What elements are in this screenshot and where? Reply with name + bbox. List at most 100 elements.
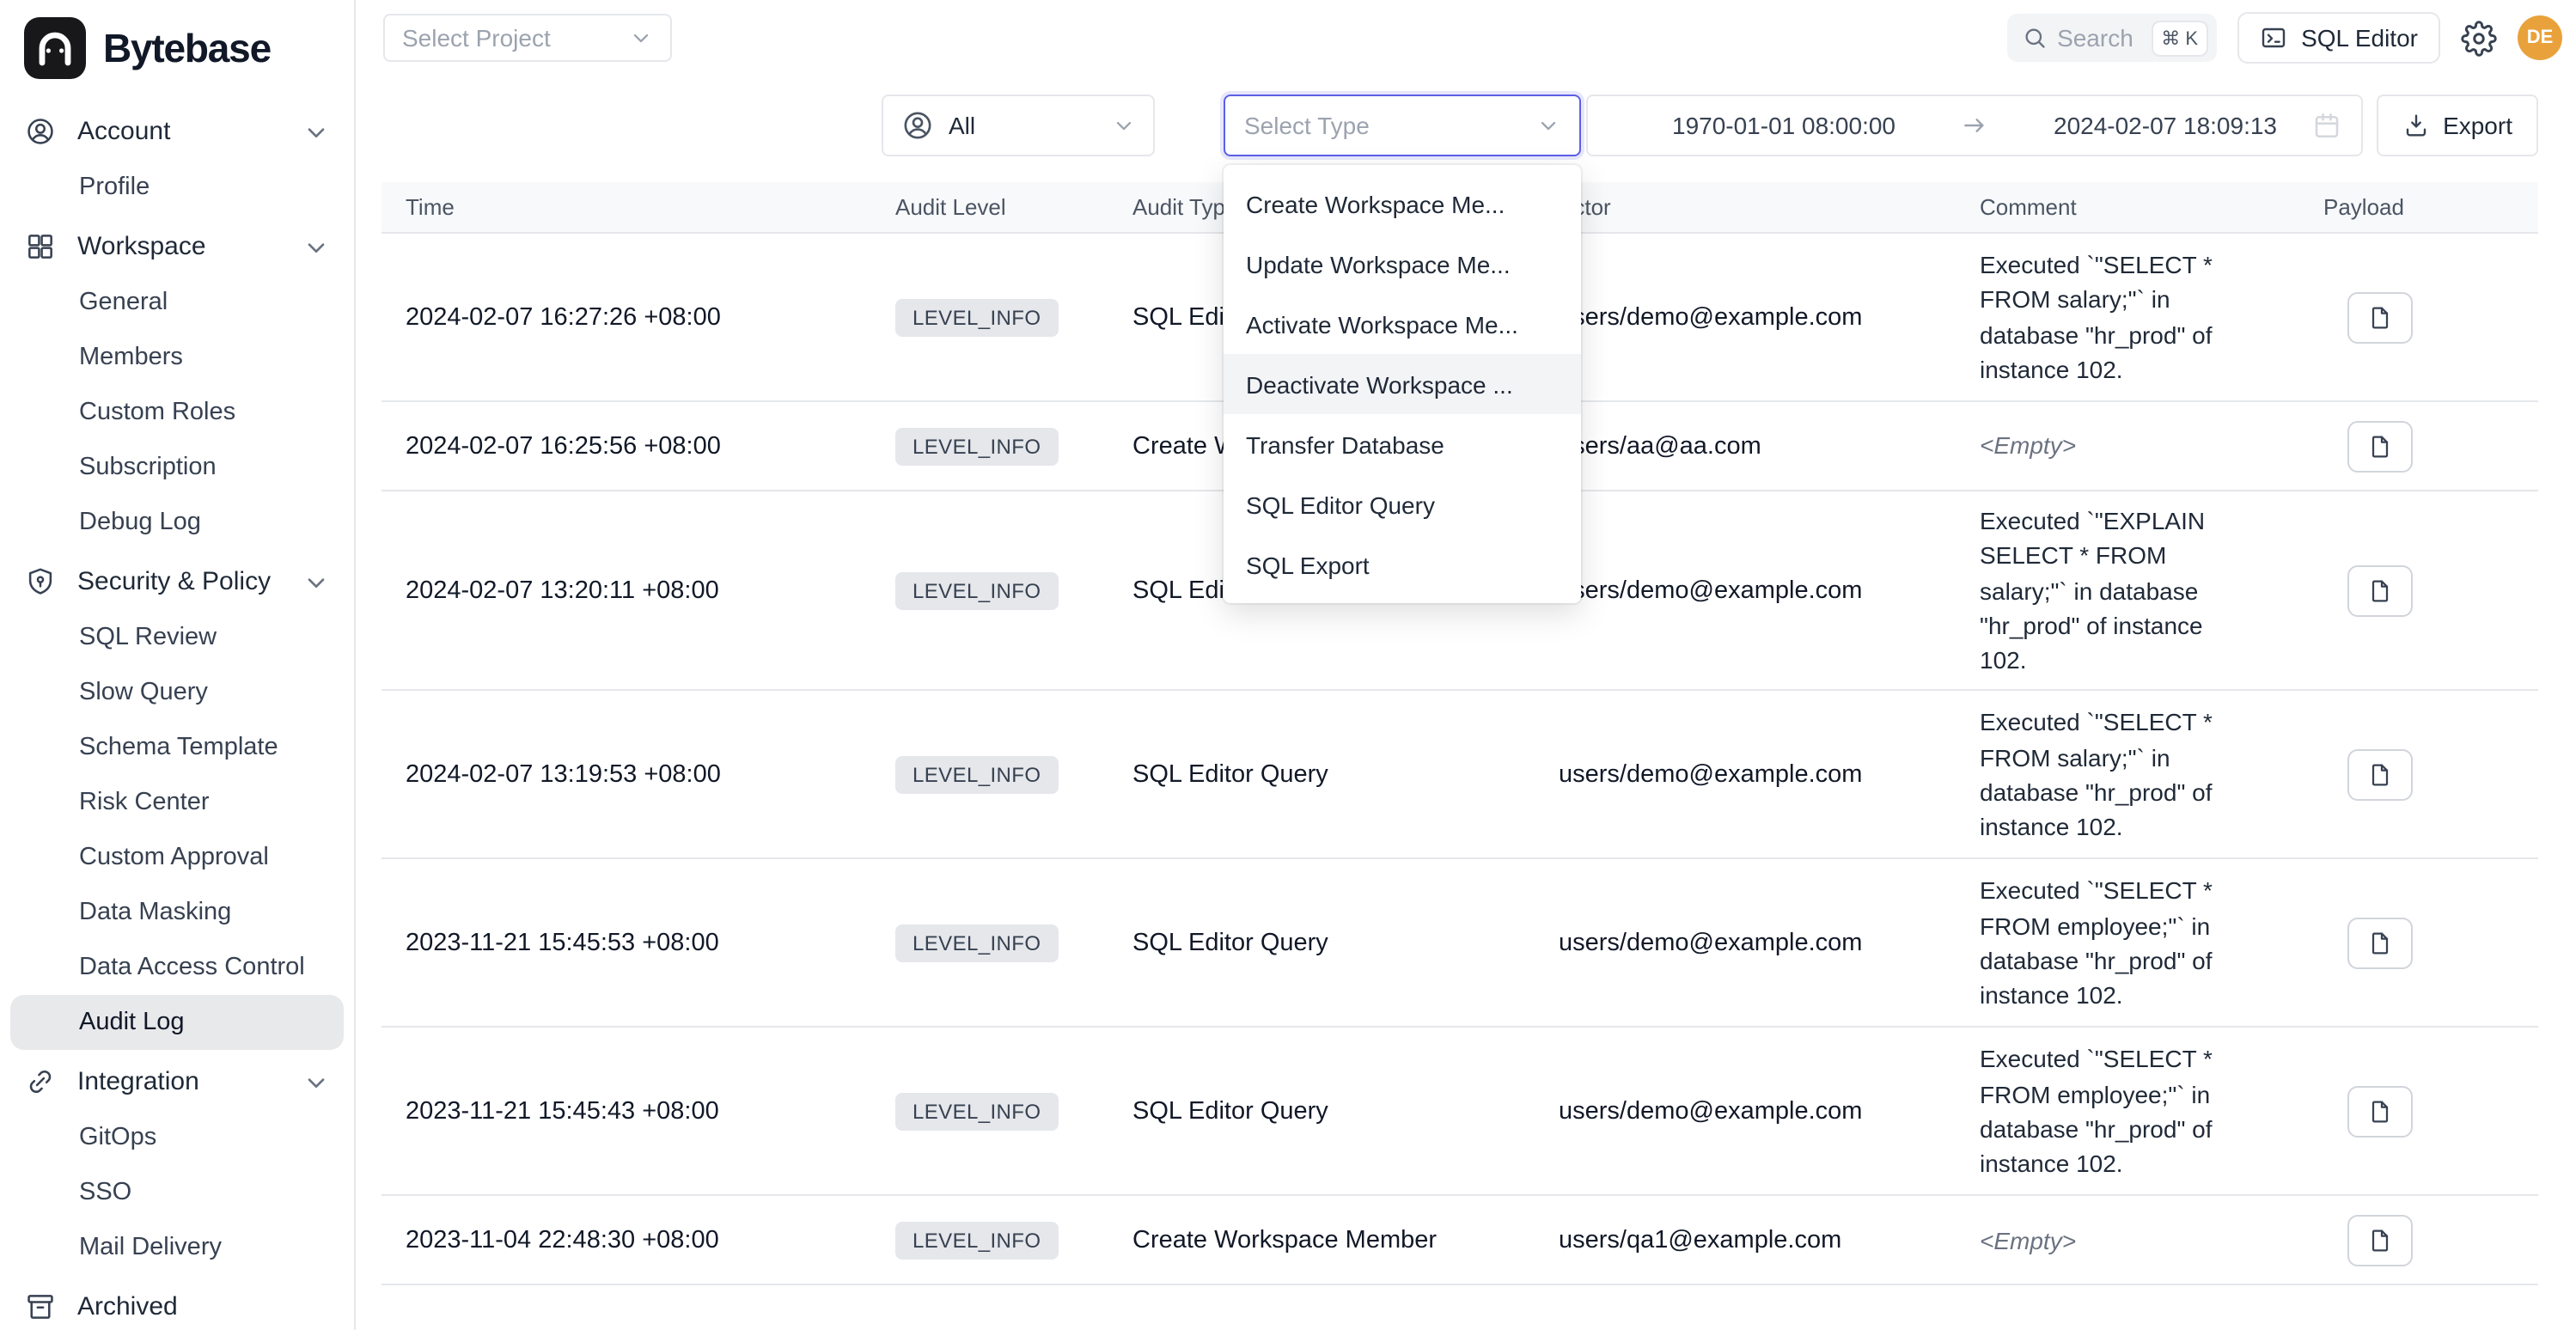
search-shortcut: ⌘ K: [2152, 21, 2207, 54]
payload-button[interactable]: [2347, 1086, 2413, 1138]
file-icon: [2366, 303, 2394, 331]
avatar[interactable]: DE: [2518, 15, 2562, 60]
sidebar-section-label: Security & Policy: [77, 567, 282, 596]
sidebar-section-label: Integration: [77, 1067, 282, 1096]
table-row: 2023-11-21 15:45:43 +08:00LEVEL_INFOSQL …: [382, 1028, 2538, 1197]
cell-comment: Executed `"SELECT * FROM employee;"` in …: [1956, 1030, 2299, 1193]
cell-audit-level: LEVEL_INFO: [871, 1093, 1108, 1131]
actor-filter-value: All: [949, 112, 975, 139]
terminal-icon: [2260, 24, 2287, 52]
audit-level-badge: LEVEL_INFO: [895, 571, 1058, 609]
table-row: 2023-11-04 22:48:30 +08:00LEVEL_INFOCrea…: [382, 1197, 2538, 1286]
sql-editor-button[interactable]: SQL Editor: [2237, 12, 2440, 64]
cell-actor: users/demo@example.com: [1535, 303, 1956, 331]
payload-button[interactable]: [2347, 749, 2413, 801]
settings-button[interactable]: [2461, 20, 2497, 56]
type-option-create-workspace-me[interactable]: Create Workspace Me...: [1224, 174, 1581, 234]
brand-logo[interactable]: Bytebase: [0, 14, 354, 100]
sidebar-item-sso[interactable]: SSO: [10, 1165, 344, 1220]
workspace-icon: [24, 230, 57, 263]
search-input[interactable]: Search ⌘ K: [2007, 14, 2217, 62]
type-filter-placeholder: Select Type: [1244, 112, 1370, 139]
table-row: 2023-11-04 21:26:24 +08:00LEVEL_INFOSQL …: [382, 1286, 2538, 1330]
sidebar-item-custom-roles[interactable]: Custom Roles: [10, 385, 344, 440]
sidebar-item-mail-delivery[interactable]: Mail Delivery: [10, 1220, 344, 1275]
cell-time: 2023-11-04 22:48:30 +08:00: [382, 1227, 871, 1254]
cell-comment: Executed `"SELECT * FROM salary;"` in da…: [1956, 235, 2299, 399]
file-icon: [2366, 1227, 2394, 1254]
payload-button[interactable]: [2347, 291, 2413, 343]
type-option-transfer-database[interactable]: Transfer Database: [1224, 414, 1581, 474]
cell-actor: users/demo@example.com: [1535, 761, 1956, 789]
link-icon: [24, 1065, 57, 1098]
file-icon: [2366, 761, 2394, 789]
user-circle-icon: [900, 108, 935, 143]
sidebar-section-label: Account: [77, 117, 282, 146]
cell-time: 2024-02-07 16:27:26 +08:00: [382, 303, 871, 331]
project-select-value: Select Project: [402, 24, 551, 52]
payload-button[interactable]: [2347, 564, 2413, 616]
cell-audit-type: SQL Editor Query: [1108, 1098, 1535, 1126]
cell-comment: Executed `"SELECT * FROM salary;"` in da…: [1956, 693, 2299, 857]
sidebar-item-data-masking[interactable]: Data Masking: [10, 885, 344, 940]
download-icon: [2402, 112, 2429, 139]
cell-payload: [2299, 749, 2538, 801]
export-button[interactable]: Export: [2376, 95, 2538, 156]
cell-actor: users/demo@example.com: [1535, 1098, 1956, 1126]
chevron-down-icon: [302, 118, 330, 145]
sidebar-item-members[interactable]: Members: [10, 330, 344, 385]
type-option-activate-workspace-me[interactable]: Activate Workspace Me...: [1224, 294, 1581, 354]
sidebar-item-schema-template[interactable]: Schema Template: [10, 720, 344, 775]
sidebar-item-subscription[interactable]: Subscription: [10, 440, 344, 495]
project-select[interactable]: Select Project: [383, 14, 672, 62]
sidebar-section-security-policy[interactable]: Security & Policy: [0, 553, 354, 610]
cell-comment: Executed `"SELECT * FROM employee;"` in …: [1956, 862, 2299, 1025]
sidebar-section-archived[interactable]: Archived: [0, 1278, 354, 1330]
type-option-sql-editor-query[interactable]: SQL Editor Query: [1224, 474, 1581, 534]
cell-comment: <Empty>: [1956, 1211, 2299, 1271]
cell-comment: Executed `"SELECT * FROM department;"` i…: [1956, 1322, 2299, 1330]
type-option-deactivate-workspace[interactable]: Deactivate Workspace ...: [1224, 354, 1581, 414]
sidebar-item-custom-approval[interactable]: Custom Approval: [10, 830, 344, 885]
search-placeholder: Search: [2057, 24, 2133, 52]
audit-level-badge: LEVEL_INFO: [895, 298, 1058, 336]
chevron-down-icon: [302, 568, 330, 595]
type-option-update-workspace-me[interactable]: Update Workspace Me...: [1224, 234, 1581, 294]
type-option-sql-export[interactable]: SQL Export: [1224, 534, 1581, 595]
sidebar-item-slow-query[interactable]: Slow Query: [10, 665, 344, 720]
gear-icon: [2461, 20, 2497, 56]
date-range-picker[interactable]: 1970-01-01 08:00:00 2024-02-07 18:09:13: [1586, 95, 2363, 156]
payload-button[interactable]: [2347, 1215, 2413, 1266]
actor-filter-select[interactable]: All: [882, 95, 1155, 156]
sidebar-item-general[interactable]: General: [10, 275, 344, 330]
topbar-right: Search ⌘ K SQL Editor DE: [2007, 12, 2562, 64]
sidebar-item-gitops[interactable]: GitOps: [10, 1110, 344, 1165]
sidebar-section-integration[interactable]: Integration: [0, 1053, 354, 1110]
audit-level-badge: LEVEL_INFO: [895, 756, 1058, 794]
payload-button[interactable]: [2347, 918, 2413, 969]
type-dropdown-menu: Create Workspace Me...Update Workspace M…: [1224, 165, 1581, 603]
sidebar-item-risk-center[interactable]: Risk Center: [10, 775, 344, 830]
cell-payload: [2299, 420, 2538, 472]
cell-actor: users/demo@example.com: [1535, 577, 1956, 604]
type-filter-select[interactable]: Select Type: [1224, 95, 1581, 156]
payload-button[interactable]: [2347, 420, 2413, 472]
cell-audit-type: Create Workspace Member: [1108, 1227, 1535, 1254]
file-icon: [2366, 577, 2394, 604]
sidebar-item-audit-log[interactable]: Audit Log: [10, 995, 344, 1050]
sidebar-item-debug-log[interactable]: Debug Log: [10, 495, 344, 550]
sidebar-section-workspace[interactable]: Workspace: [0, 218, 354, 275]
cell-audit-level: LEVEL_INFO: [871, 1222, 1108, 1260]
brand-name: Bytebase: [103, 25, 271, 71]
cell-payload: [2299, 918, 2538, 969]
chevron-down-icon: [629, 26, 653, 50]
sidebar-item-profile[interactable]: Profile: [10, 160, 344, 215]
sidebar-section-account[interactable]: Account: [0, 103, 354, 160]
main-content: Select Project Search ⌘ K SQL: [356, 0, 2576, 1330]
cell-audit-level: LEVEL_INFO: [871, 298, 1108, 336]
cell-payload: [2299, 564, 2538, 616]
cell-time: 2023-11-21 15:45:53 +08:00: [382, 930, 871, 957]
cell-time: 2024-02-07 13:20:11 +08:00: [382, 577, 871, 604]
sidebar-item-sql-review[interactable]: SQL Review: [10, 610, 344, 665]
sidebar-item-data-access-control[interactable]: Data Access Control: [10, 940, 344, 995]
